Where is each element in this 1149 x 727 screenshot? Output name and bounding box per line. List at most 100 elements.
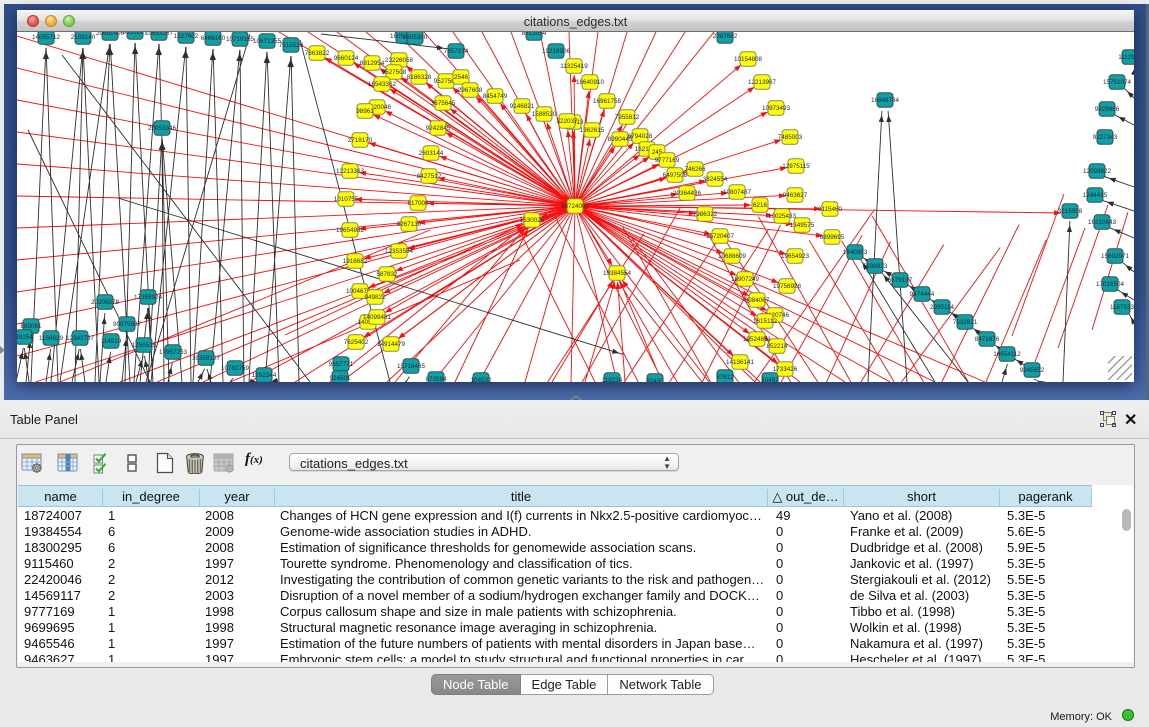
svg-text:1112905: 1112905 — [1118, 54, 1134, 61]
svg-text:10688609: 10688609 — [718, 253, 747, 260]
svg-text:2169140: 2169140 — [71, 34, 96, 41]
svg-text:2087682: 2087682 — [713, 33, 738, 40]
svg-text:10719155: 10719155 — [226, 36, 255, 43]
svg-text:7357234: 7357234 — [444, 48, 469, 55]
svg-text:16210643: 16210643 — [1088, 219, 1117, 226]
svg-text:1733426: 1733426 — [773, 366, 798, 373]
svg-text:9527508: 9527508 — [382, 69, 407, 76]
svg-text:20691406: 20691406 — [96, 32, 125, 37]
svg-text:19654923: 19654923 — [781, 253, 810, 260]
svg-text:1349575: 1349575 — [790, 222, 815, 229]
svg-text:104532: 104532 — [470, 377, 492, 382]
svg-text:1605380: 1605380 — [403, 34, 428, 41]
svg-text:2718170: 2718170 — [348, 137, 373, 144]
svg-text:2546: 2546 — [454, 74, 469, 81]
svg-text:92450: 92450 — [646, 378, 664, 382]
svg-text:1010755: 1010755 — [334, 196, 359, 203]
svg-text:12353594: 12353594 — [385, 248, 414, 255]
svg-text:15692971: 15692971 — [1101, 253, 1130, 260]
svg-text:16543362: 16543362 — [368, 81, 397, 88]
svg-text:16961758: 16961758 — [593, 98, 622, 105]
svg-text:23226058: 23226058 — [385, 57, 414, 64]
svg-text:10653267: 10653267 — [145, 32, 174, 37]
svg-text:10025433: 10025433 — [768, 213, 797, 220]
svg-text:7955812: 7955812 — [615, 114, 640, 121]
svg-text:3824554: 3824554 — [703, 176, 728, 183]
svg-text:15751074: 15751074 — [1103, 79, 1132, 86]
svg-text:1250515: 1250515 — [132, 342, 157, 349]
svg-text:10358127: 10358127 — [192, 355, 221, 362]
svg-text:885061: 885061 — [20, 323, 42, 330]
svg-text:14136141: 14136141 — [726, 359, 755, 366]
svg-text:8267130: 8267130 — [397, 221, 422, 228]
svg-text:7663822: 7663822 — [305, 50, 330, 57]
svg-text:9660124: 9660124 — [334, 55, 359, 62]
svg-text:746266: 746266 — [684, 166, 706, 173]
svg-text:90975887: 90975887 — [113, 321, 142, 328]
svg-text:14055712: 14055712 — [32, 34, 61, 41]
svg-text:9245652: 9245652 — [1020, 367, 1045, 374]
svg-text:8471676: 8471676 — [975, 336, 1000, 343]
svg-text:6497508: 6497508 — [663, 172, 688, 179]
svg-text:924501: 924501 — [329, 375, 351, 382]
svg-text:19384554: 19384554 — [603, 270, 632, 277]
svg-text:7986322: 7986322 — [693, 211, 718, 218]
svg-text:12213967: 12213967 — [748, 79, 777, 86]
svg-text:18907249: 18907249 — [731, 276, 760, 283]
svg-text:14914479: 14914479 — [377, 341, 406, 348]
svg-text:7515526: 7515526 — [279, 42, 304, 49]
svg-text:8912954: 8912954 — [360, 60, 385, 67]
svg-text:15716485: 15716485 — [397, 363, 426, 370]
svg-text:322037: 322037 — [556, 118, 578, 125]
svg-text:17957253: 17957253 — [159, 349, 188, 356]
svg-text:7485003: 7485003 — [778, 134, 803, 141]
svg-text:9463627: 9463627 — [783, 192, 808, 199]
svg-text:2967608: 2967608 — [458, 87, 483, 94]
svg-text:114519: 114519 — [101, 338, 122, 345]
svg-text:10654112: 10654112 — [993, 351, 1021, 358]
svg-text:3215958: 3215958 — [1058, 208, 1083, 215]
svg-text:1362615: 1362615 — [580, 127, 605, 134]
svg-text:5938923: 5938923 — [863, 263, 888, 270]
svg-text:9227343: 9227343 — [1093, 134, 1118, 141]
svg-text:9329966: 9329966 — [1095, 106, 1120, 113]
svg-text:20364436: 20364436 — [673, 190, 702, 197]
svg-text:15720407: 15720407 — [706, 233, 735, 240]
svg-text:873594: 873594 — [425, 376, 447, 382]
svg-text:2935114: 2935114 — [930, 304, 955, 311]
svg-text:8813054: 8813054 — [522, 32, 547, 37]
svg-text:12213363: 12213363 — [336, 168, 365, 175]
svg-text:12342737: 12342737 — [66, 335, 95, 342]
svg-text:9474444: 9474444 — [910, 291, 935, 298]
svg-text:17359924: 17359924 — [134, 294, 163, 301]
svg-text:10154808: 10154808 — [734, 56, 763, 63]
svg-text:10807487: 10807487 — [723, 189, 752, 196]
svg-text:3675645: 3675645 — [431, 100, 456, 107]
svg-text:7632621: 7632621 — [953, 319, 978, 326]
svg-text:39154: 39154 — [17, 334, 33, 341]
svg-text:10782759: 10782759 — [221, 365, 250, 372]
svg-text:87612: 87612 — [716, 374, 734, 381]
svg-text:10973493: 10973493 — [762, 105, 791, 112]
svg-text:1527602: 1527602 — [174, 33, 199, 40]
svg-text:1530025: 1530025 — [520, 217, 545, 224]
svg-text:9084067: 9084067 — [745, 297, 770, 304]
svg-text:18640910: 18640910 — [576, 79, 605, 86]
svg-text:9777169: 9777169 — [655, 157, 680, 164]
svg-text:19218906: 19218906 — [542, 48, 571, 55]
svg-text:8427512: 8427512 — [417, 173, 442, 180]
svg-text:12975115: 12975115 — [782, 163, 810, 170]
svg-text:9657771: 9657771 — [329, 361, 354, 368]
svg-text:949822: 949822 — [364, 294, 386, 301]
svg-text:11325419: 11325419 — [560, 63, 588, 70]
svg-text:1615112: 1615112 — [753, 318, 778, 325]
svg-text:8186328: 8186328 — [407, 74, 432, 81]
svg-text:8454749: 8454749 — [483, 93, 508, 100]
svg-text:17016504: 17016504 — [1096, 281, 1125, 288]
svg-text:18724007: 18724007 — [561, 203, 590, 210]
svg-text:19654982: 19654982 — [336, 227, 365, 234]
svg-text:9115460: 9115460 — [818, 206, 843, 213]
svg-text:6679197: 6679197 — [888, 277, 913, 284]
svg-text:9146821: 9146821 — [510, 103, 535, 110]
svg-text:587832: 587832 — [376, 271, 398, 278]
